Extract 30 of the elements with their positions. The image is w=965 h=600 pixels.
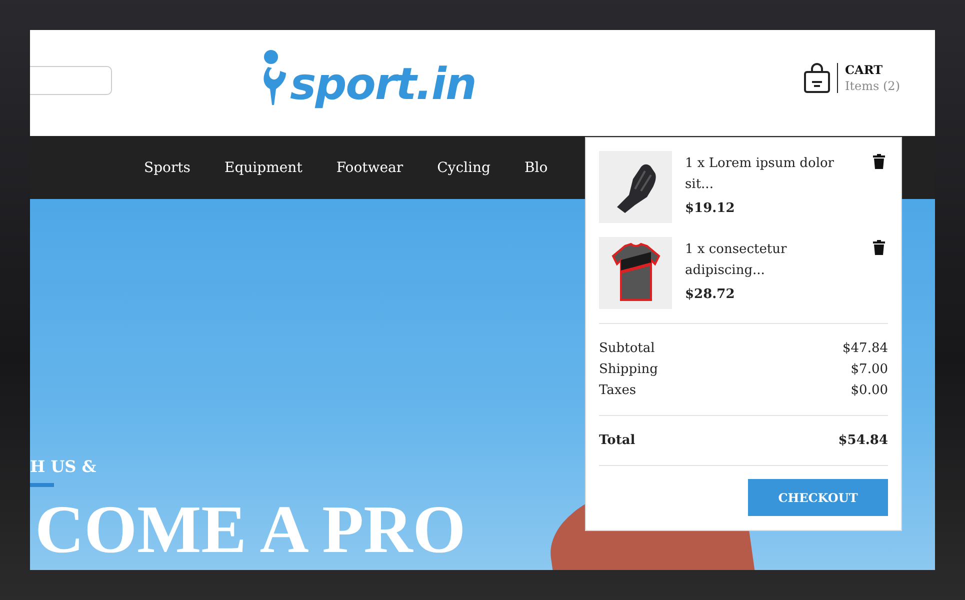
nav-link[interactable]: Footwear [336, 160, 404, 176]
trash-icon[interactable] [873, 154, 885, 169]
summary-value: $7.00 [850, 361, 888, 379]
nav-link[interactable]: Equipment [224, 160, 302, 176]
summary-value: $47.84 [842, 340, 888, 358]
product-price: $28.72 [685, 287, 736, 302]
hero-kicker: H US & [30, 457, 96, 476]
person-logo-icon [262, 49, 288, 107]
total-label: Total [599, 432, 636, 450]
accent-bar [30, 483, 54, 487]
jersey-drawing [610, 242, 660, 304]
hero-headline: COME A PRO [35, 490, 466, 569]
cart-title[interactable]: CART [844, 62, 900, 78]
trash-icon[interactable] [873, 240, 885, 255]
product-thumbnail[interactable] [599, 237, 672, 309]
nav-link[interactable]: Sports [144, 160, 190, 176]
nav-link[interactable]: Blo [524, 160, 548, 176]
cart-count[interactable]: Items (2) [844, 78, 900, 94]
product-name[interactable]: 1 x Lorem ipsum dolor sit... [685, 153, 860, 195]
product-name[interactable]: 1 x consectetur adipiscing... [685, 239, 860, 281]
search-field[interactable] [30, 66, 112, 94]
summary-label: Taxes [599, 382, 636, 400]
nav-link[interactable]: Cycling [437, 160, 490, 176]
total-value: $54.84 [838, 432, 888, 450]
summary-label: Shipping [599, 361, 658, 379]
summary-value: $0.00 [850, 382, 888, 400]
summary-label: Subtotal [599, 340, 655, 358]
product-thumbnail[interactable] [599, 151, 672, 223]
product-price: $19.12 [685, 201, 736, 216]
shopping-bag-icon[interactable] [804, 63, 830, 93]
